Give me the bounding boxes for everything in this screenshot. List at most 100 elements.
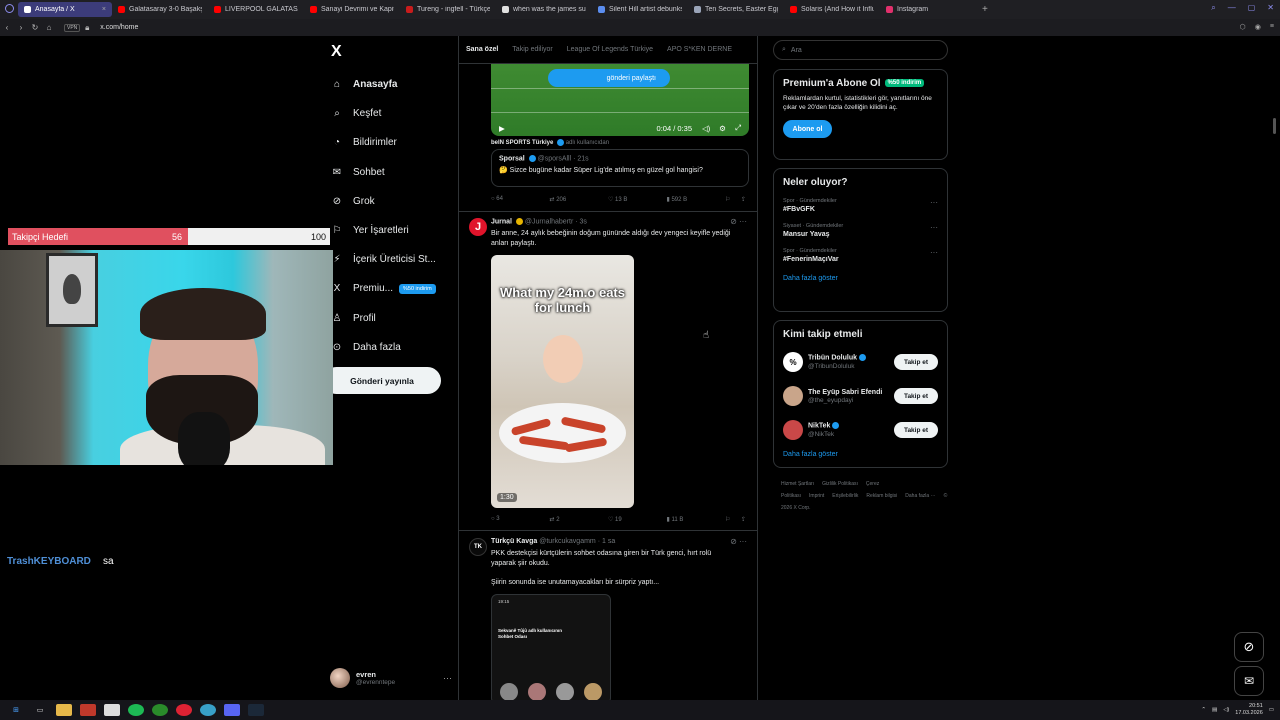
vpn-badge[interactable]: VPN [64,23,81,32]
footer-link[interactable]: Imprint [809,493,824,499]
volume-tray-icon[interactable]: ◁) [1223,707,1229,713]
follow-button[interactable]: Takip et [894,354,938,370]
nav-item-bookmark[interactable]: ⚐ Yer İşaretleri [330,216,458,245]
timeline-tab[interactable]: League Of Legends Türkiye [560,46,660,53]
footer-link[interactable]: Reklam bilgisi [866,493,897,499]
vivaldi-taskbar-icon[interactable] [80,704,96,716]
search-input[interactable]: ⌕ Ara [773,40,948,60]
timeline-tab[interactable]: APO S*KEN DERNE [660,46,739,53]
follow-button[interactable]: Takip et [894,388,938,404]
browser-tab[interactable]: LIVERPOOL GALATASARA [208,2,304,17]
post-button[interactable]: Gönderi yayınla [323,367,441,394]
play-icon[interactable]: ▶ [499,124,505,133]
more-options-icon[interactable]: ··· [930,198,938,207]
nav-item-bell[interactable]: ◔ Bildirimler [330,128,458,157]
browser-tab[interactable]: Tureng - ingfell - Türkçe [400,2,496,17]
avatar[interactable]: TK [469,538,487,556]
clock[interactable]: 20:51 17.03.2026 [1235,703,1263,717]
grok-more-icon[interactable]: ⊘ ··· [730,217,747,226]
nav-item-profile[interactable]: ♙ Profil [330,304,458,333]
nav-item-search[interactable]: ⌕ Keşfet [330,99,458,128]
spotify-icon[interactable] [128,704,144,716]
quoted-post[interactable]: Sporsal @sporsAlll · 21s 🤔 Sizce bugüne … [491,149,749,187]
footer-link[interactable]: Hizmet Şartları [781,481,814,487]
trend-item[interactable]: Spor · Gündemdekiler #FenerinMaçıVar ··· [783,248,938,263]
fullscreen-icon[interactable]: ⤢ [735,123,741,133]
browser-tab[interactable]: when was the james sund [496,2,592,17]
views-button[interactable]: ▮ 592 B [667,196,726,203]
new-tab-button[interactable]: + [982,4,988,15]
task-view-icon[interactable]: ▭ [32,704,48,716]
browser-tab[interactable]: Solaris (And How it Influe [784,2,880,17]
close-tab-icon[interactable]: × [102,6,106,13]
browser-tab[interactable]: Instagram [880,2,976,17]
xbox-icon[interactable] [152,704,168,716]
minimize-icon[interactable]: — [1228,3,1236,13]
video-thumbnail[interactable]: 19:15 Sekvanê Tûjû adlı kullanıcının Soh… [491,594,611,700]
messages-fab-icon[interactable]: ✉ [1234,666,1264,696]
video-player[interactable]: gönderi paylaştı ▶ 0:04 / 0:35 ◁) ⚙ ⤢ [491,64,749,136]
steam-icon[interactable] [248,704,264,716]
follow-suggestion[interactable]: The Eyüp Sabri Efendi @the_eyupdayi Takip … [783,384,938,408]
repost-button[interactable]: ⇄ 206 [550,196,609,203]
trends-show-more[interactable]: Daha fazla göster [783,275,938,282]
nav-item-more-circle[interactable]: ⊙ Daha fazla [330,333,458,362]
browser-tab[interactable]: Silent Hill artist debunks [592,2,688,17]
repost-author[interactable]: beIN SPORTS Türkiye [491,140,553,146]
scrollbar-thumb[interactable] [1273,118,1276,134]
home-browser-icon[interactable]: ⌂ [42,23,56,32]
profile-browser-icon[interactable]: ◉ [1255,23,1261,31]
trend-item[interactable]: Spor · Gündemdekiler #FBvGFK ··· [783,198,938,213]
subscribe-button[interactable]: Abone ol [783,120,832,138]
trend-item[interactable]: Siyaset · Gündemdekiler Mansur Yavaş ··· [783,223,938,238]
start-icon[interactable]: ⊞ [8,704,24,716]
reload-icon[interactable]: ↻ [28,23,42,32]
obs-icon[interactable] [176,704,192,716]
who-to-follow-show-more[interactable]: Daha fazla göster [783,451,938,458]
timeline-tab[interactable]: Takip ediliyor [505,46,559,53]
nav-item-home[interactable]: ⌂ Anasayfa [330,70,458,99]
share-icon[interactable]: ⇪ [741,516,751,523]
reply-button[interactable]: ○ 64 [491,196,550,203]
settings-icon[interactable]: ⚙ [719,124,726,133]
like-button[interactable]: ♡ 13 B [608,196,667,203]
views-button[interactable]: ▮ 11 B [667,516,726,523]
menu-lines-icon[interactable]: ≡ [1270,23,1274,31]
back-icon[interactable]: ‹ [0,23,14,32]
file-explorer-icon[interactable] [56,704,72,716]
reply-button[interactable]: ○ 3 [491,516,550,523]
avatar[interactable]: J [469,218,487,236]
close-window-icon[interactable]: ✕ [1267,3,1274,13]
search-tabs-icon[interactable]: ⌕ [1211,3,1215,13]
globe-icon[interactable] [200,704,216,716]
bookmark-icon[interactable]: ⚐ [725,196,741,203]
share-icon[interactable]: ⇪ [741,196,751,203]
account-switcher[interactable]: evren @evrenntepe ··· [330,666,452,690]
x-logo[interactable]: X [331,43,342,61]
footer-link[interactable]: Gizlilik Politikası [822,481,858,487]
notepad-icon[interactable] [104,704,120,716]
maximize-icon[interactable]: ▢ [1248,3,1256,13]
footer-link[interactable]: Daha fazla ··· [905,493,935,499]
more-options-icon[interactable]: ··· [443,673,452,683]
grok-fab-icon[interactable]: ⊘ [1234,632,1264,662]
nav-item-creator-studio[interactable]: ⚡ İçerik Üreticisi St... [330,245,458,274]
follow-suggestion[interactable]: % Tribün Doluluk @TribunDoluluk Takip et [783,350,938,374]
browser-tab[interactable]: Anasayfa / X × [18,2,112,17]
post-author[interactable]: Jurnal [491,218,512,225]
discord-icon[interactable] [224,704,240,716]
tray-chevron-icon[interactable]: ⌃ [1201,707,1206,713]
notification-icon[interactable]: ▭ [1269,707,1274,713]
footer-link[interactable]: Erişilebilirlik [832,493,858,499]
url-field[interactable]: x.com/home [100,24,138,31]
volume-icon[interactable]: ◁) [702,124,710,133]
more-options-icon[interactable]: ··· [930,223,938,232]
nav-item-grok[interactable]: ⊘ Grok [330,187,458,216]
video-thumbnail[interactable]: What my 24m.o eats for lunch 1:30 [491,255,634,508]
follow-suggestion[interactable]: NikTek @NikTek Takip et [783,418,938,442]
timeline-tab[interactable]: Sana özel [459,46,505,53]
repost-button[interactable]: ⇄ 2 [550,516,609,523]
follow-button[interactable]: Takip et [894,422,938,438]
forward-icon[interactable]: › [14,23,28,32]
browser-tab[interactable]: Galatasaray 3-0 Başakşeh [112,2,208,17]
